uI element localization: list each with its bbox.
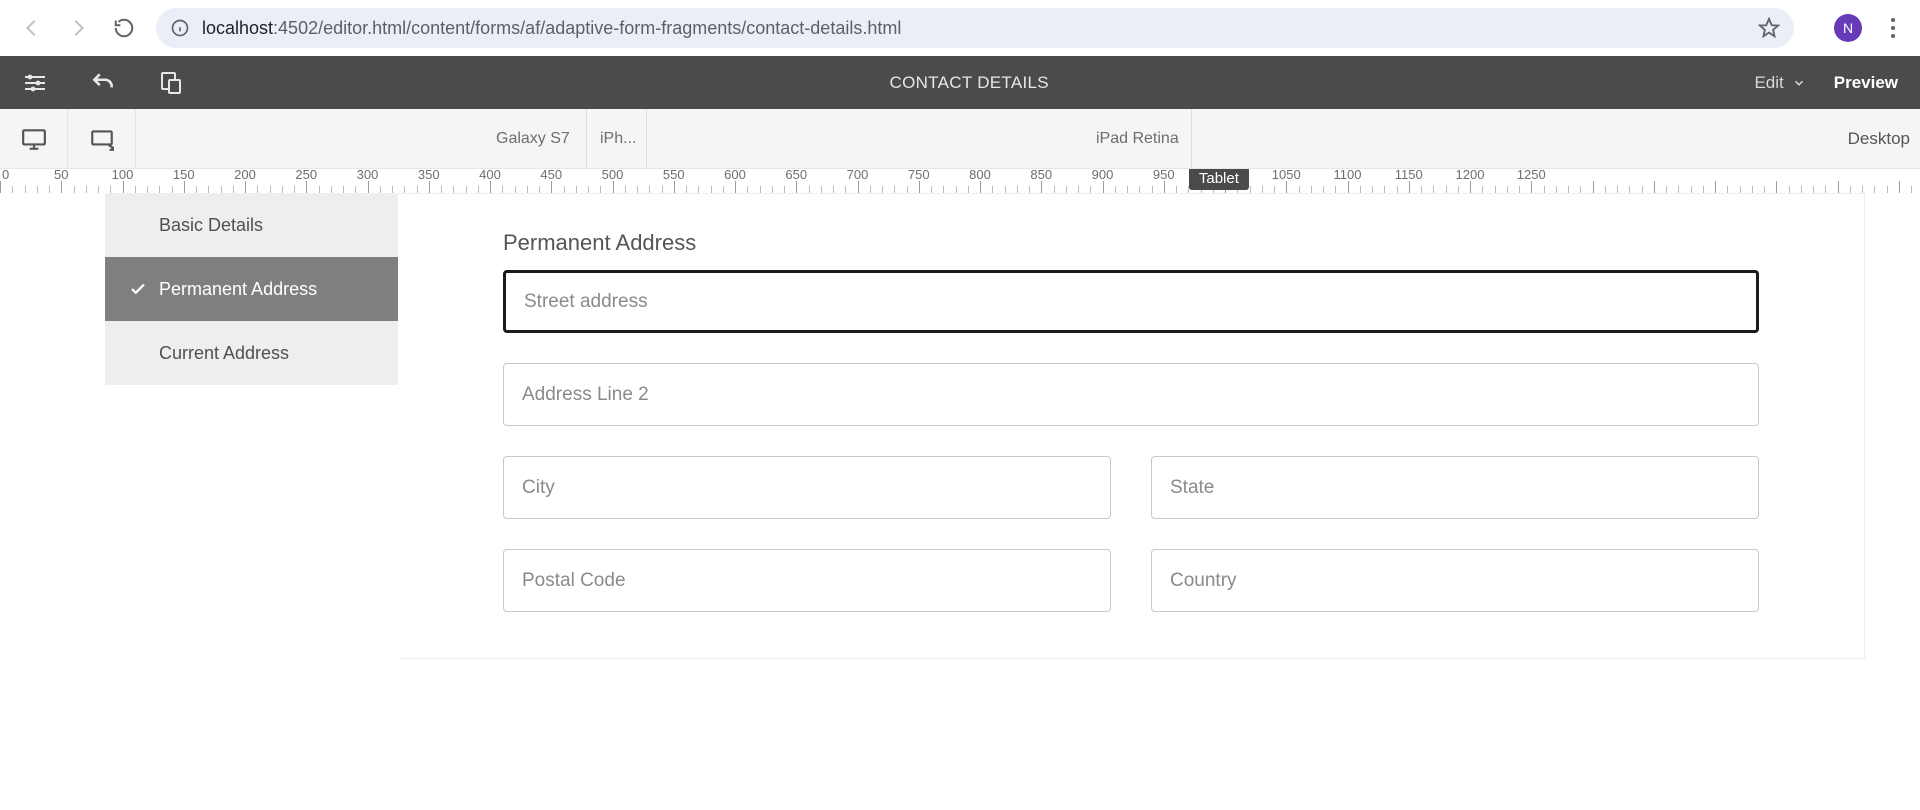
sidebar-item-label: Permanent Address (159, 279, 317, 300)
url-text: localhost:4502/editor.html/content/forms… (202, 18, 901, 39)
city-input[interactable] (503, 456, 1111, 519)
device-rotate-icon[interactable] (68, 109, 136, 168)
address-line2-input[interactable] (503, 363, 1759, 426)
section-title: Permanent Address (503, 230, 1759, 256)
wizard-sidebar: Basic Details Permanent Address Current … (105, 193, 398, 385)
device-desktop-icon[interactable] (0, 109, 68, 168)
emulator-icon[interactable] (158, 70, 184, 96)
breakpoint-label-iphone: iPh... (600, 130, 636, 148)
breakpoint-label-desktop: Desktop (1848, 129, 1910, 149)
state-input[interactable] (1151, 456, 1759, 519)
sidebar-item-permanent-address[interactable]: Permanent Address (105, 257, 398, 321)
reload-button[interactable] (104, 8, 144, 48)
form-canvas: Basic Details Permanent Address Current … (105, 193, 1865, 659)
breakpoint-label-ipad: iPad Retina (1096, 130, 1179, 148)
sidebar-item-basic-details[interactable]: Basic Details (105, 193, 398, 257)
bookmark-icon[interactable] (1758, 17, 1780, 39)
sidebar-item-label: Basic Details (159, 215, 263, 236)
device-breakpoint-bar: Galaxy S7 iPh... iPad Retina Desktop (0, 109, 1920, 169)
sidebar-item-label: Current Address (159, 343, 289, 364)
forward-button[interactable] (58, 8, 98, 48)
browser-toolbar: localhost:4502/editor.html/content/forms… (0, 0, 1920, 56)
back-button[interactable] (12, 8, 52, 48)
form-panel: Permanent Address (398, 193, 1865, 659)
profile-avatar[interactable]: N (1834, 14, 1862, 42)
tablet-tooltip: Tablet (1189, 169, 1249, 190)
address-bar[interactable]: localhost:4502/editor.html/content/forms… (156, 8, 1794, 48)
page-title: CONTACT DETAILS (226, 73, 1712, 93)
ruler: 0501001502002503003504004505005506006507… (0, 169, 1920, 193)
mode-preview-button[interactable]: Preview (1834, 73, 1898, 93)
check-icon (129, 280, 147, 298)
side-panel-icon[interactable] (22, 70, 48, 96)
app-toolbar: CONTACT DETAILS Edit Preview (0, 56, 1920, 109)
sidebar-item-current-address[interactable]: Current Address (105, 321, 398, 385)
undo-icon[interactable] (90, 70, 116, 96)
street-address-input[interactable] (503, 270, 1759, 333)
country-input[interactable] (1151, 549, 1759, 612)
breakpoint-track[interactable]: Galaxy S7 iPh... iPad Retina Desktop (136, 109, 1920, 168)
site-info-icon[interactable] (170, 18, 190, 38)
mode-edit-button[interactable]: Edit (1754, 73, 1805, 93)
browser-menu-button[interactable] (1878, 18, 1908, 38)
breakpoint-label-galaxy: Galaxy S7 (496, 130, 570, 148)
postal-code-input[interactable] (503, 549, 1111, 612)
